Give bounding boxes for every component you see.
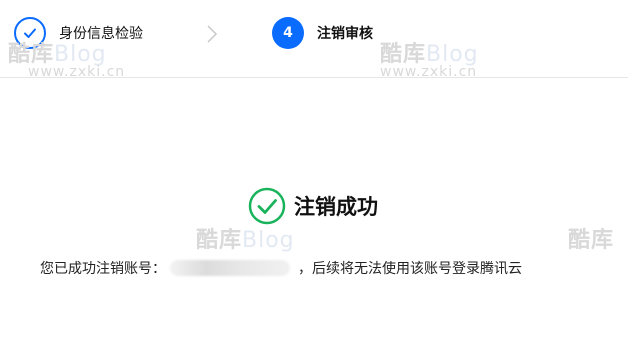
step-label-cancel-review: 注销审核	[317, 26, 373, 42]
step-label-identity-check: 身份信息检验	[59, 26, 143, 42]
result-title-text: 注销成功	[294, 195, 378, 219]
step-done-circle	[14, 17, 46, 49]
watermark-brand: 酷库	[568, 228, 615, 253]
stepper-divider	[0, 77, 628, 78]
result-desc-suffix: ，后续将无法使用该账号登录腾讯云	[298, 261, 522, 277]
result-description: 您已成功注销账号： ，后续将无法使用该账号登录腾讯云	[40, 258, 522, 278]
check-icon	[24, 28, 36, 38]
result-title: 注销成功	[248, 186, 378, 226]
chevron-right-icon	[207, 25, 218, 43]
masked-account	[170, 260, 290, 276]
watermark-brand: 酷库Blog	[196, 228, 295, 253]
step-identity-check: 身份信息检验	[14, 16, 143, 50]
success-check-icon	[248, 187, 286, 225]
result-desc-prefix: 您已成功注销账号：	[40, 261, 166, 277]
step-number-circle: 4	[272, 17, 304, 49]
step-cancel-review: 4 注销审核	[272, 16, 373, 50]
stepper: 身份信息检验 4 注销审核	[0, 0, 628, 78]
